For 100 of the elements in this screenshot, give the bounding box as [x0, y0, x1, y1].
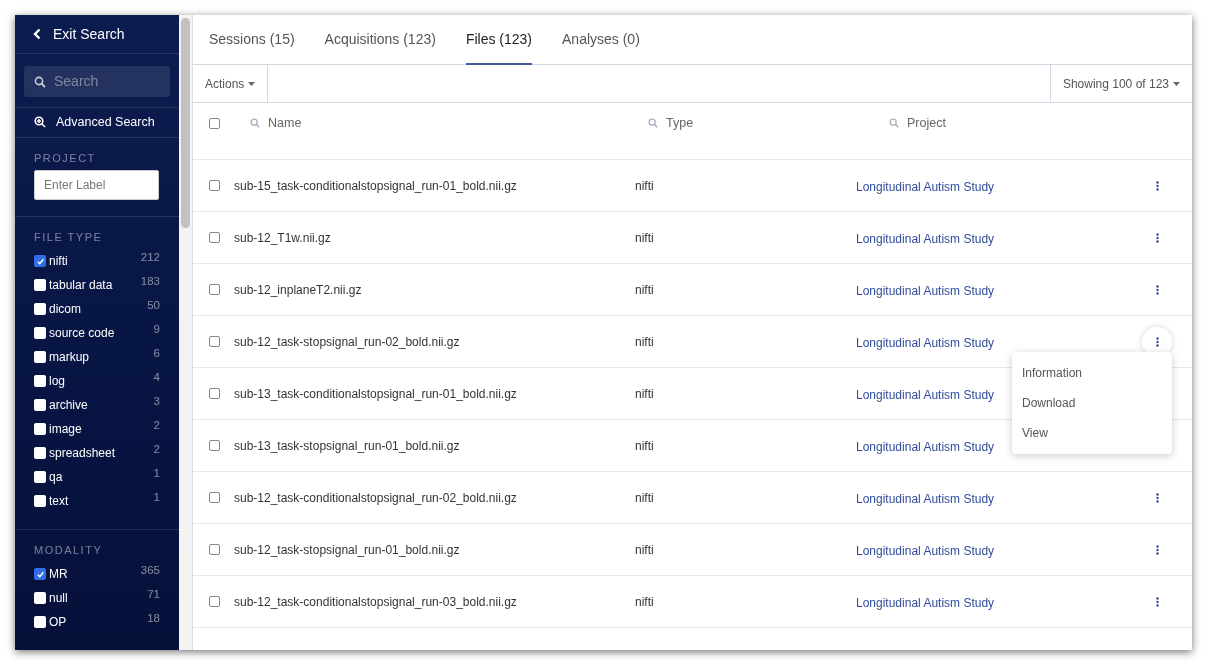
file-type: nifti: [635, 542, 655, 557]
facet-label: nifti: [49, 254, 69, 268]
kebab-icon: [1155, 232, 1159, 243]
facet-count: 71: [147, 588, 160, 600]
facet-checkbox[interactable]: [34, 303, 46, 315]
facet-label: dicom: [49, 302, 82, 316]
search-icon: [34, 75, 46, 88]
row-checkbox[interactable]: [209, 232, 220, 243]
scrollbar-thumb[interactable]: [181, 18, 190, 228]
facet-checkbox[interactable]: [34, 255, 46, 267]
caret-icon: [1173, 81, 1180, 86]
facet-label: markup: [49, 350, 90, 364]
file-name: sub-12_task-conditionalstopsignal_run-02_bold.nii.gz: [234, 490, 518, 505]
project-link[interactable]: Longitudinal Autism Study: [856, 283, 995, 298]
tab[interactable]: Files (123): [465, 15, 532, 65]
menu-item[interactable]: View: [1012, 418, 1172, 448]
facet-checkbox[interactable]: [34, 568, 46, 580]
section-heading: MODALITY: [34, 544, 103, 556]
caret-icon: [248, 81, 256, 86]
facet-count: 6: [153, 347, 160, 359]
kebab-icon: [1155, 596, 1159, 607]
facet-checkbox[interactable]: [34, 495, 46, 507]
column-header[interactable]: Type: [666, 116, 694, 130]
facet-count: 50: [147, 299, 160, 311]
facet-label: tabular data: [49, 278, 114, 292]
kebab-icon: [1155, 284, 1159, 295]
facet-checkbox[interactable]: [34, 375, 46, 387]
project-link[interactable]: Longitudinal Autism Study: [856, 439, 995, 454]
zoom-in-icon: [34, 116, 46, 129]
facet-label: MR: [49, 567, 69, 581]
file-type: nifti: [635, 178, 655, 193]
facet-checkbox[interactable]: [34, 399, 46, 411]
search-icon: [889, 118, 899, 128]
column-header[interactable]: Project: [907, 116, 946, 130]
facet-count: 4: [153, 371, 160, 383]
facet-checkbox[interactable]: [34, 327, 46, 339]
facet-label: archive: [49, 398, 89, 412]
file-name: sub-15_task-conditionalstopsignal_run-01_bold.nii.gz: [234, 178, 518, 193]
file-name: sub-12_inplaneT2.nii.gz: [234, 282, 363, 297]
facet-label: spreadsheet: [49, 446, 117, 460]
facet-checkbox[interactable]: [34, 351, 46, 363]
label-input-field[interactable]: Enter Label: [34, 170, 159, 200]
facet-count: 365: [140, 564, 160, 576]
row-checkbox[interactable]: [209, 492, 220, 503]
kebab-icon: [1155, 492, 1159, 503]
facet-count: 18: [147, 612, 160, 624]
file-type: nifti: [635, 438, 655, 453]
facet-checkbox[interactable]: [34, 616, 46, 628]
file-type: nifti: [635, 490, 655, 505]
project-link[interactable]: Longitudinal Autism Study: [856, 335, 995, 350]
row-checkbox[interactable]: [209, 284, 220, 295]
select-all-checkbox[interactable]: [209, 118, 220, 129]
row-checkbox[interactable]: [209, 596, 220, 607]
menu-item[interactable]: Download: [1012, 388, 1172, 418]
facet-checkbox[interactable]: [34, 471, 46, 483]
project-link[interactable]: Longitudinal Autism Study: [856, 179, 995, 194]
kebab-icon: [1155, 336, 1159, 347]
project-link[interactable]: Longitudinal Autism Study: [856, 231, 995, 246]
row-checkbox[interactable]: [209, 388, 220, 399]
facet-label: null: [49, 591, 69, 605]
file-type: nifti: [635, 386, 655, 401]
facet-count: 1: [153, 491, 160, 503]
project-link[interactable]: Longitudinal Autism Study: [856, 595, 995, 610]
search-icon: [250, 118, 260, 128]
paging-dropdown[interactable]: Showing 100 of 123: [1049, 65, 1192, 102]
project-link[interactable]: Longitudinal Autism Study: [856, 491, 995, 506]
facet-count: 212: [140, 251, 160, 263]
facet-checkbox[interactable]: [34, 592, 46, 604]
file-type: nifti: [635, 282, 655, 297]
facet-label: text: [49, 494, 70, 508]
facet-count: 3: [153, 395, 160, 407]
file-name: sub-13_task-conditionalstopsignal_run-01_bold.nii.gz: [234, 386, 518, 401]
tab[interactable]: Analyses (0): [562, 15, 640, 65]
file-type: nifti: [635, 594, 655, 609]
file-name: sub-12_task-stopsignal_run-02_bold.nii.gz: [234, 334, 461, 349]
facet-label: qa: [49, 470, 64, 484]
facet-count: 2: [153, 443, 160, 455]
project-link[interactable]: Longitudinal Autism Study: [856, 543, 995, 558]
row-checkbox[interactable]: [209, 544, 220, 555]
chevron-left-icon: [33, 27, 41, 40]
section-heading: PROJECT: [34, 152, 96, 164]
file-name: sub-12_task-conditionalstopsignal_run-03_bold.nii.gz: [234, 594, 518, 609]
facet-count: 2: [153, 419, 160, 431]
row-checkbox[interactable]: [209, 336, 220, 347]
column-header[interactable]: Name: [268, 116, 302, 130]
tab[interactable]: Acquisitions (123): [324, 15, 436, 65]
kebab-icon: [1155, 544, 1159, 555]
file-name: sub-13_task-stopsignal_run-01_bold.nii.gz: [234, 438, 461, 453]
facet-checkbox[interactable]: [34, 279, 46, 291]
section-heading: FILE TYPE: [34, 231, 103, 243]
file-name: sub-12_task-stopsignal_run-01_bold.nii.gz: [234, 542, 461, 557]
facet-count: 1: [153, 467, 160, 479]
project-link[interactable]: Longitudinal Autism Study: [856, 387, 995, 402]
row-checkbox[interactable]: [209, 180, 220, 191]
row-checkbox[interactable]: [209, 440, 220, 451]
tab[interactable]: Sessions (15): [209, 15, 295, 65]
file-type: nifti: [635, 230, 655, 245]
facet-checkbox[interactable]: [34, 423, 46, 435]
facet-checkbox[interactable]: [34, 447, 46, 459]
menu-item[interactable]: Information: [1012, 358, 1172, 388]
